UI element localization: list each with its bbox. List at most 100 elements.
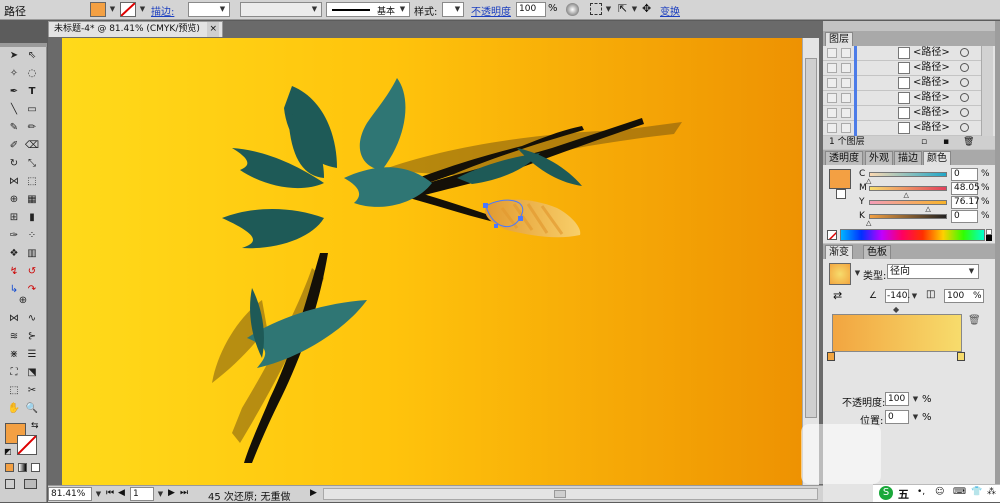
recolor-artwork-icon[interactable]: [566, 3, 579, 16]
color-mode-button[interactable]: [5, 463, 14, 472]
gradient-ramp[interactable]: [832, 314, 962, 352]
drawing-mode-button[interactable]: [5, 479, 15, 489]
new-layer-icon[interactable]: ▫: [921, 136, 927, 148]
stroke-dropdown-icon[interactable]: ▼: [138, 5, 147, 14]
ime-logo-icon[interactable]: S: [879, 486, 893, 500]
leaf[interactable]: [344, 167, 432, 207]
chevron-down-icon[interactable]: ▼: [310, 5, 319, 14]
ime-punctuation-icon[interactable]: •,: [917, 487, 925, 497]
opacity-input[interactable]: 100: [516, 2, 546, 17]
zoom-field[interactable]: 81.41%: [48, 487, 92, 501]
stroke-profile-field[interactable]: 基本 ▼: [326, 2, 410, 17]
transform-link[interactable]: 变换: [660, 3, 680, 18]
anchor-point[interactable]: [518, 216, 523, 221]
last-artboard-icon[interactable]: ⏭: [180, 488, 188, 498]
tab-swatches[interactable]: 色板: [863, 245, 891, 259]
artboard-number-field[interactable]: 1: [130, 487, 154, 501]
blend-tool-icon[interactable]: ⁘: [24, 228, 40, 243]
artboard[interactable]: [62, 38, 802, 488]
align-icon[interactable]: [590, 3, 602, 15]
blob-brush-tool-icon[interactable]: ✐: [6, 138, 22, 153]
layer-row[interactable]: <路径>: [823, 76, 988, 91]
twirl-tool-icon[interactable]: ∿: [24, 311, 40, 326]
channel-slider[interactable]: [869, 214, 947, 219]
midpoint-diamond-icon[interactable]: ◆: [893, 305, 899, 314]
slider-thumb-icon[interactable]: △: [866, 219, 871, 227]
layer-row[interactable]: <路径>: [823, 91, 988, 106]
visibility-toggle[interactable]: [827, 48, 837, 58]
crosshair-tool-icon[interactable]: ⊕: [15, 293, 31, 308]
isolate-group-icon[interactable]: ⇱: [618, 2, 627, 15]
free-transform-tool-icon[interactable]: ⬚: [24, 174, 40, 189]
wrinkle-tool-icon[interactable]: ☰: [24, 347, 40, 362]
artwork[interactable]: [62, 38, 802, 488]
chevron-down-icon[interactable]: ▼: [218, 5, 227, 14]
first-artboard-icon[interactable]: ⏮: [106, 488, 114, 498]
lock-toggle[interactable]: [841, 93, 851, 103]
lock-toggle[interactable]: [841, 48, 851, 58]
angle-input[interactable]: -140.: [885, 289, 910, 303]
screen-mode-button[interactable]: [24, 479, 37, 489]
lock-toggle[interactable]: [841, 63, 851, 73]
slider-thumb-icon[interactable]: △: [925, 205, 930, 213]
eyedropper-tool-icon[interactable]: ✑: [6, 228, 22, 243]
delete-stop-icon[interactable]: 🗑: [968, 315, 981, 326]
location-input[interactable]: 0: [885, 410, 909, 424]
selection-tool-icon[interactable]: ➤: [6, 48, 22, 63]
channel-input[interactable]: 76.17: [951, 196, 980, 209]
scroll-thumb[interactable]: [554, 490, 566, 498]
visibility-toggle[interactable]: [827, 108, 837, 118]
paintbrush-tool-icon[interactable]: ✎: [6, 120, 22, 135]
channel-slider[interactable]: [869, 172, 947, 177]
anchor-point[interactable]: [483, 203, 488, 208]
color-stroke-swatch[interactable]: [836, 189, 846, 199]
stroke-swatch[interactable]: [120, 2, 136, 17]
tab-gradient[interactable]: 渐变: [825, 245, 853, 259]
stop-opacity-input[interactable]: 100: [885, 392, 909, 406]
reverse-gradient-icon[interactable]: ⇄: [833, 289, 842, 302]
vertical-scrollbar[interactable]: [802, 38, 819, 488]
slider-thumb-icon[interactable]: △: [866, 177, 871, 185]
fill-swatch[interactable]: [90, 2, 106, 17]
chevron-down-icon[interactable]: ▼: [630, 5, 639, 14]
none-color-button[interactable]: [827, 230, 837, 240]
layer-row[interactable]: <路径>: [823, 61, 988, 76]
channel-input[interactable]: 48.05: [951, 182, 980, 195]
document-tab[interactable]: 未标题-4* @ 81.41% (CMYK/预览) ×: [48, 21, 223, 37]
none-mode-button[interactable]: [31, 463, 40, 472]
graphic-style-swatch[interactable]: ▼: [442, 2, 464, 17]
spectrum-black[interactable]: [986, 235, 992, 241]
tab-appearance[interactable]: 外观: [865, 151, 893, 165]
delete-layer-icon[interactable]: 🗑: [963, 136, 974, 148]
zoom-tool-icon[interactable]: 🔍: [24, 401, 40, 416]
shadow-shape[interactable]: [382, 122, 682, 176]
opacity-link[interactable]: 不透明度: [471, 3, 511, 18]
visibility-toggle[interactable]: [827, 78, 837, 88]
gradient-mode-button[interactable]: [18, 463, 27, 472]
gradient-type-select[interactable]: 径向 ▼: [887, 264, 979, 279]
next-artboard-icon[interactable]: ▶: [168, 488, 175, 498]
channel-slider[interactable]: [869, 200, 947, 205]
zoom-dropdown-icon[interactable]: ▼: [94, 490, 103, 499]
tab-stroke[interactable]: 描边: [894, 151, 922, 165]
scroll-thumb[interactable]: [805, 58, 817, 418]
layers-scrollbar[interactable]: [981, 46, 993, 136]
lasso-tool-icon[interactable]: ◌: [24, 66, 40, 81]
knife-tool-icon[interactable]: ✂: [24, 383, 40, 398]
stop-opacity-dropdown-icon[interactable]: ▼: [911, 395, 920, 404]
flower-bud[interactable]: [483, 199, 581, 238]
chevron-down-icon[interactable]: ▼: [398, 5, 407, 14]
variable-width-field[interactable]: ▼: [240, 2, 322, 17]
slice-tool-icon[interactable]: ↺: [24, 264, 40, 279]
ime-skin-icon[interactable]: 👕: [971, 487, 982, 497]
gradient-stop-right[interactable]: [957, 352, 965, 361]
crop-area-tool-icon[interactable]: ⬚: [6, 383, 22, 398]
lock-toggle[interactable]: [841, 78, 851, 88]
leaf[interactable]: [250, 288, 264, 358]
bloat-tool-icon[interactable]: ⊱: [24, 329, 40, 344]
visibility-toggle[interactable]: [827, 123, 837, 133]
symbol-sprayer-tool-icon[interactable]: ❖: [6, 246, 22, 261]
target-circle-icon[interactable]: [960, 93, 969, 102]
direct-selection-tool-icon[interactable]: ⇖: [24, 48, 40, 63]
select-similar-icon[interactable]: ✥: [642, 2, 651, 15]
